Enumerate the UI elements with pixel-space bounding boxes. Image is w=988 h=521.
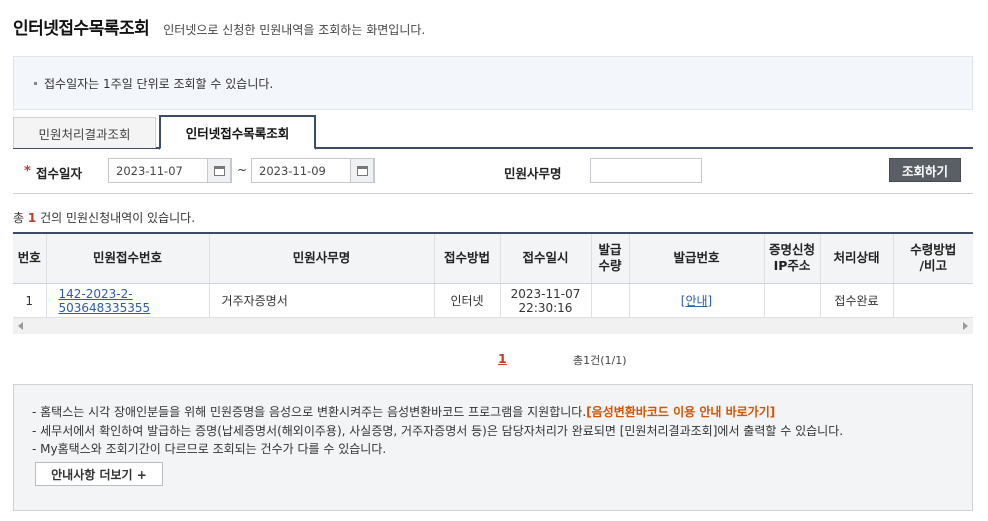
col-header-qty: 발급 수량 <box>591 234 630 284</box>
scroll-right-icon[interactable] <box>963 322 968 330</box>
required-mark: * <box>24 164 31 179</box>
tab-internet-receipt-list[interactable]: 인터넷접수목록조회 <box>159 115 316 150</box>
more-info-button[interactable]: 안내사항 더보기 + <box>35 462 163 486</box>
cell-qty <box>591 283 630 319</box>
table-header-row: 번호 민원접수번호 민원사무명 접수방법 접수일시 발급 수량 발급번호 증명신… <box>13 234 973 284</box>
info-text-1: - 홈택스는 시각 장애인분들을 위해 민원증명을 음성으로 변환시켜주는 음성… <box>32 405 587 419</box>
page-link-current[interactable]: 1 <box>498 351 507 366</box>
col-header-office: 민원사무명 <box>209 234 435 284</box>
tab-result-inquiry[interactable]: 민원처리결과조회 <box>13 117 156 148</box>
summary-suffix: 건의 민원신청내역이 있습니다. <box>40 211 196 225</box>
page-title: 인터넷접수목록조회 <box>13 19 150 39</box>
page-description: 인터넷으로 신청한 민원내역을 조회하는 화면입니다. <box>163 23 426 37</box>
scroll-left-icon[interactable] <box>18 322 23 330</box>
table-row: 1 142-2023-2-503648335355 거주자증명서 인터넷 202… <box>13 283 973 319</box>
cell-date: 2023-11-07 <box>510 286 581 301</box>
cell-note <box>893 283 973 319</box>
cell-datetime: 2023-11-07 22:30:16 <box>500 283 592 319</box>
info-line-3: - My홈택스와 조회기간이 다르므로 조회되는 건수가 다를 수 있습니다. <box>32 442 387 456</box>
summary-count: 1 <box>27 211 37 225</box>
col-header-note: 수령방법 /비고 <box>893 234 973 284</box>
cell-office: 거주자증명서 <box>209 283 435 319</box>
info-line-2: - 세무서에서 확인하여 발급하는 증명(납세증명서(해외이주용), 사실증명,… <box>32 424 844 438</box>
col-header-receipt-no: 민원접수번호 <box>46 234 210 284</box>
info-line-1: - 홈택스는 시각 장애인분들을 위해 민원증명을 음성으로 변환시켜주는 음성… <box>32 403 775 420</box>
result-summary: 총 1 건의 민원신청내역이 있습니다. <box>13 209 195 226</box>
date-to-calendar-button[interactable] <box>350 158 374 183</box>
col-header-status: 처리상태 <box>820 234 894 284</box>
col-header-issue-no: 발급번호 <box>629 234 765 284</box>
notice-box: 접수일자는 1주일 단위로 조회할 수 있습니다. <box>13 56 973 110</box>
cell-status: 접수완료 <box>820 283 894 319</box>
date-range-separator: ~ <box>237 163 248 177</box>
cell-receipt-no: 142-2023-2-503648335355 <box>46 283 210 319</box>
results-table: 번호 민원접수번호 민원사무명 접수방법 접수일시 발급 수량 발급번호 증명신… <box>13 232 973 319</box>
date-label: 접수일자 <box>36 166 83 181</box>
notice-line: 접수일자는 1주일 단위로 조회할 수 있습니다. <box>34 75 273 92</box>
cell-method: 인터넷 <box>434 283 501 319</box>
cell-ip <box>764 283 821 319</box>
cell-time: 22:30:16 <box>518 300 573 315</box>
info-box: - 홈택스는 시각 장애인분들을 위해 민원증명을 음성으로 변환시켜주는 음성… <box>13 384 973 511</box>
col-header-ip: 증명신청 IP주소 <box>764 234 821 284</box>
search-bar: * 접수일자 2023-11-07 ~ 2023-11-09 민원사무명 조회하… <box>13 149 973 194</box>
title-row: 인터넷접수목록조회 인터넷으로 신청한 민원내역을 조회하는 화면입니다. <box>13 14 425 39</box>
cell-issue-no: [안내] <box>629 283 765 319</box>
date-from-calendar-button[interactable] <box>207 158 231 183</box>
search-button[interactable]: 조회하기 <box>889 158 961 182</box>
cell-no: 1 <box>13 283 47 319</box>
col-header-method: 접수방법 <box>434 234 501 284</box>
office-name-input[interactable] <box>590 158 702 183</box>
office-label: 민원사무명 <box>504 166 562 181</box>
issue-guide-link[interactable]: [안내] <box>681 294 712 308</box>
summary-prefix: 총 <box>13 211 25 225</box>
bullet-icon <box>34 82 37 85</box>
receipt-no-link[interactable]: 142-2023-2-503648335355 <box>59 287 151 315</box>
calendar-icon <box>213 165 225 176</box>
notice-text: 접수일자는 1주일 단위로 조회할 수 있습니다. <box>44 77 274 91</box>
col-header-no: 번호 <box>13 234 47 284</box>
col-header-date: 접수일시 <box>500 234 592 284</box>
tab-bar: 민원처리결과조회 인터넷접수목록조회 <box>13 115 973 150</box>
horizontal-scrollbar[interactable] <box>13 317 973 334</box>
voice-barcode-guide-link[interactable]: [음성변환바코드 이용 안내 바로가기] <box>586 405 775 419</box>
calendar-icon <box>356 165 368 176</box>
pagination-total: 총1건(1/1) <box>573 354 627 367</box>
